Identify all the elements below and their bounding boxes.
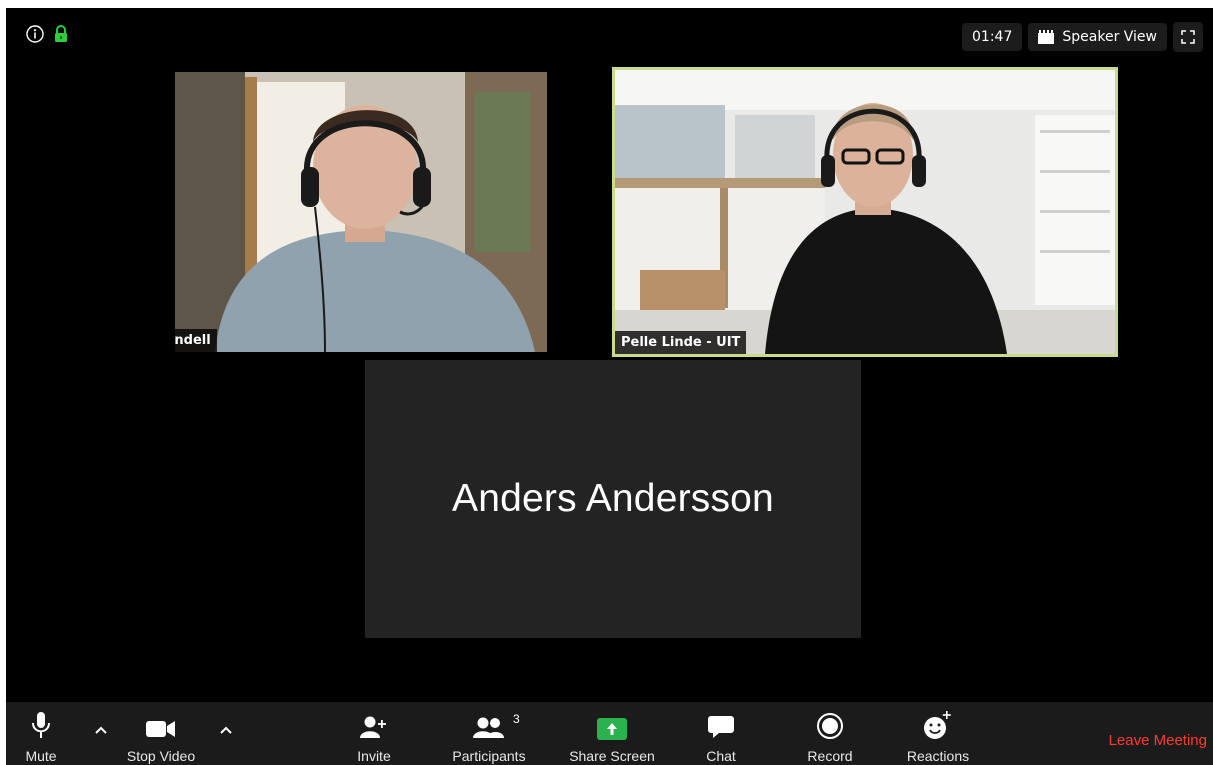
add-user-icon	[360, 716, 386, 738]
reactions-button[interactable]: Reactions	[883, 702, 993, 764]
record-icon	[817, 713, 843, 739]
meeting-timer: 01:47	[962, 23, 1023, 51]
fullscreen-button[interactable]	[1173, 22, 1203, 52]
info-icon[interactable]	[26, 25, 44, 43]
invite-button[interactable]: Invite	[319, 702, 429, 764]
meeting-info-area	[26, 25, 68, 43]
meeting-toolbar: Mute Stop Video Invite 3 Participants Sh…	[6, 702, 1213, 765]
microphone-icon	[32, 712, 50, 738]
participants-count: 3	[513, 712, 520, 726]
meeting-window: 01:47 Speaker View ndell Pelle Linde - U…	[6, 8, 1213, 765]
mute-button[interactable]: Mute	[6, 702, 96, 764]
participants-button[interactable]: 3 Participants	[434, 702, 544, 764]
share-screen-button[interactable]: Share Screen	[557, 702, 667, 764]
record-label: Record	[807, 748, 853, 764]
lock-icon[interactable]	[54, 25, 68, 43]
share-screen-icon	[597, 718, 627, 740]
smiley-reaction-icon	[924, 711, 951, 739]
participant-name-label: Emil Lundell	[175, 329, 217, 352]
mute-label: Mute	[25, 748, 57, 764]
video-options-chevron-icon[interactable]	[218, 724, 234, 736]
speaker-view-button[interactable]: Speaker View	[1028, 23, 1167, 51]
participants-label: Participants	[452, 748, 526, 764]
pelle-video-feed	[615, 70, 1115, 354]
participant-name-display: Anders Andersson	[452, 477, 774, 520]
grid-view-icon	[1038, 30, 1055, 44]
invite-label: Invite	[357, 748, 391, 764]
stop-video-button[interactable]: Stop Video	[106, 702, 216, 764]
video-tile-anders-no-video[interactable]: Anders Andersson	[365, 360, 861, 638]
speaker-view-label: Speaker View	[1062, 29, 1157, 45]
reactions-label: Reactions	[906, 748, 970, 764]
leave-meeting-button[interactable]: Leave Meeting	[1109, 732, 1207, 749]
chat-button[interactable]: Chat	[666, 702, 776, 764]
video-tile-emil[interactable]: Emil Lundell	[175, 72, 547, 352]
fullscreen-icon	[1181, 30, 1195, 44]
participants-icon	[473, 717, 504, 738]
top-controls: 01:47 Speaker View	[962, 22, 1203, 52]
emil-video-feed	[175, 72, 547, 352]
share-screen-label: Share Screen	[569, 748, 655, 764]
participant-name-label: Pelle Linde - UIT	[615, 331, 747, 354]
stop-video-label: Stop Video	[126, 748, 196, 764]
video-camera-icon	[146, 721, 175, 737]
record-button[interactable]: Record	[775, 702, 885, 764]
video-tile-pelle-active-speaker[interactable]: Pelle Linde - UIT	[612, 67, 1118, 357]
chat-label: Chat	[706, 748, 736, 764]
chat-bubble-icon	[708, 716, 734, 738]
